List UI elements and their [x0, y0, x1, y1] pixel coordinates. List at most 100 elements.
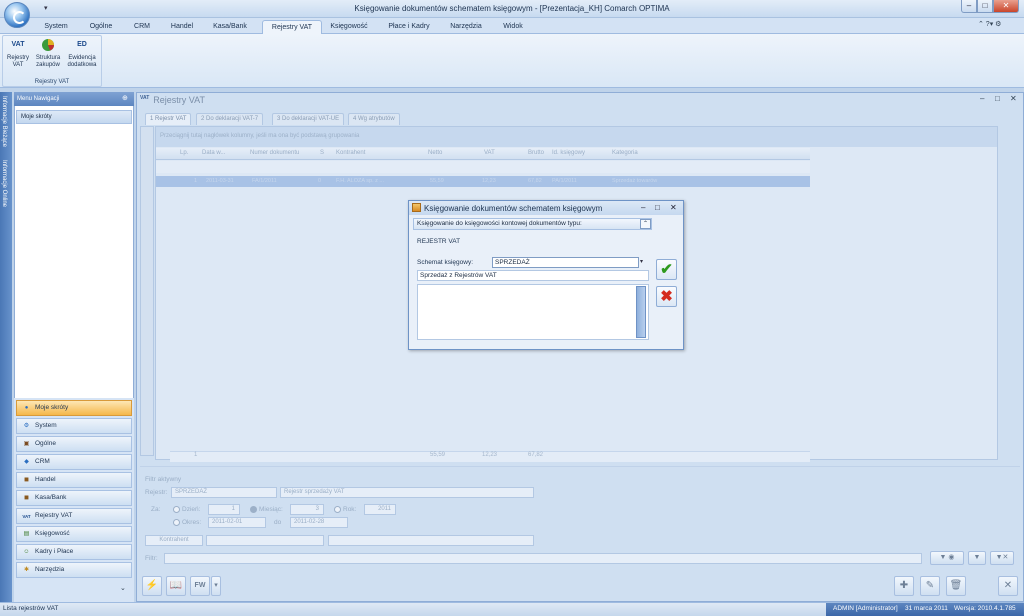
notes-scrollbar[interactable]	[636, 286, 646, 338]
okres-radio[interactable]	[173, 519, 180, 526]
collapse-icon[interactable]: ⌃	[640, 219, 651, 229]
ribbon-help-controls[interactable]: ⌃ ?▾ ⚙	[978, 20, 1001, 28]
tab-place-kadry[interactable]: Płace i Kadry	[382, 20, 436, 34]
pie-chart-icon	[38, 37, 58, 53]
okres-to-field[interactable]: 2011-02-28	[290, 517, 348, 528]
nav-item-crm[interactable]: ◆ CRM	[16, 454, 132, 470]
main-minimize-button[interactable]: –	[980, 94, 984, 103]
close-button[interactable]: ✕	[993, 0, 1019, 13]
nav-item-ogolne[interactable]: ▣ Ogólne	[16, 436, 132, 452]
tab-ksiegowosc[interactable]: Księgowość	[328, 20, 370, 34]
maximize-button[interactable]: □	[977, 0, 993, 13]
add-button[interactable]: ✚	[894, 576, 914, 596]
nav-item-kadry-place[interactable]: ☺ Kadry i Płace	[16, 544, 132, 560]
za-label: Za:	[151, 506, 161, 513]
nav-item-label: System	[35, 422, 57, 429]
nav-item-label: CRM	[35, 458, 50, 465]
tab-rejestry-vat[interactable]: Rejestry VAT	[262, 20, 322, 34]
nav-item-kasa-bank[interactable]: ◼ Kasa/Bank	[16, 490, 132, 506]
close-list-button[interactable]: ✕	[998, 576, 1018, 596]
miesiac-field[interactable]: 3	[290, 504, 324, 515]
tab-kasa-bank[interactable]: Kasa/Bank	[208, 20, 252, 34]
informacje-biezace-tab[interactable]: Informacje Bieżące	[1, 96, 7, 147]
footer-count: 1	[194, 452, 198, 458]
confirm-button[interactable]: ✔	[656, 259, 677, 280]
nav-item-handel[interactable]: ◼ Handel	[16, 472, 132, 488]
rejestry-vat-label: Rejestry VAT	[6, 55, 29, 68]
kontrahent-button[interactable]: Kontrahent	[145, 535, 203, 546]
col-data[interactable]: Data w...	[202, 150, 225, 156]
miesiac-radio[interactable]	[250, 506, 257, 513]
tab-wg-atrybutow[interactable]: 4 Wg atrybutów	[348, 113, 400, 125]
schema-select[interactable]: SPRZEDAŻ	[492, 257, 639, 268]
filter-section-label: Filtr aktywny	[145, 476, 182, 483]
app-menu-button[interactable]	[4, 2, 30, 28]
okres-from-field[interactable]: 2011-02-01	[208, 517, 266, 528]
status-version: Wersja: 2010.4.1.785	[954, 605, 1016, 612]
register-select[interactable]: SPRZEDAŻ	[171, 487, 277, 498]
col-s[interactable]: S	[320, 150, 324, 156]
nav-item-ksiegowosc[interactable]: ▤ Księgowość	[16, 526, 132, 542]
fw-button[interactable]: FW	[190, 576, 210, 596]
filtr-input[interactable]	[164, 553, 922, 564]
tab-handel[interactable]: Handel	[166, 20, 198, 34]
col-numer-dokumentu[interactable]: Numer dokumentu	[250, 150, 299, 156]
minimize-button[interactable]: –	[961, 0, 977, 13]
fw-dropdown-icon[interactable]: ▾	[211, 576, 221, 596]
tab-do-deklaracji-vat7[interactable]: 2 Do deklaracji VAT-7	[196, 113, 264, 125]
rok-field[interactable]: 2011	[364, 504, 396, 515]
col-kategoria[interactable]: Kategoria	[612, 150, 638, 156]
nav-item-narzedzia[interactable]: ✱ Narzędzia	[16, 562, 132, 578]
col-brutto[interactable]: Brutto	[528, 150, 544, 156]
window-title: Księgowanie dokumentów schematem księgow…	[354, 4, 670, 13]
filter-icon[interactable]: ▼	[968, 551, 986, 565]
nav-item-moje-skroty[interactable]: ● Moje skróty	[16, 400, 132, 416]
rejestry-vat-button[interactable]: VAT Rejestry VAT	[3, 37, 33, 69]
tab-crm[interactable]: CRM	[128, 20, 156, 34]
nav-scroll-icon[interactable]: ⌄	[120, 584, 126, 592]
rok-radio[interactable]	[334, 506, 341, 513]
filter-clear-button[interactable]: ▼✕	[990, 551, 1014, 565]
dzien-field[interactable]: 1	[208, 504, 240, 515]
informacje-online-tab[interactable]: Informacje Online	[1, 160, 7, 207]
ewidencja-dodatkowa-button[interactable]: ED Ewidencja dodatkowa	[64, 37, 100, 69]
tab-system[interactable]: System	[40, 20, 72, 34]
main-maximize-button[interactable]: □	[995, 94, 1000, 103]
tab-narzedzia[interactable]: Narzędzia	[446, 20, 486, 34]
col-netto[interactable]: Netto	[428, 150, 442, 156]
tab-ogolne[interactable]: Ogólne	[84, 20, 118, 34]
kontrahent-select[interactable]	[206, 535, 324, 546]
tab-rejestr-vat[interactable]: 1 Rejestr VAT	[145, 113, 192, 125]
main-close-button[interactable]: ✕	[1010, 94, 1017, 103]
schema-label: Schemat księgowy:	[417, 259, 473, 266]
grid-filter-row[interactable]	[156, 161, 810, 173]
nav-item-label: Księgowość	[35, 530, 70, 537]
nav-item-rejestry-vat[interactable]: VAT Rejestry VAT	[16, 508, 132, 524]
col-id-ksiegowy[interactable]: Id. księgowy	[552, 150, 585, 156]
schema-notes-area[interactable]	[417, 284, 649, 340]
dzien-radio[interactable]	[173, 506, 180, 513]
do-label: do	[274, 519, 282, 526]
tab-widok[interactable]: Widok	[498, 20, 528, 34]
dialog-minimize-button[interactable]: –	[641, 203, 645, 212]
ksieguj-button[interactable]: ⚡	[142, 576, 162, 596]
dialog-close-button[interactable]: ✕	[670, 203, 677, 212]
cancel-button[interactable]: ✖	[656, 286, 677, 307]
edit-button[interactable]: ✎	[920, 576, 940, 596]
delete-button[interactable]: 🗑	[946, 576, 966, 596]
schema-dropdown-icon[interactable]: ▾	[640, 258, 643, 265]
nav-item-system[interactable]: ⚙ System	[16, 418, 132, 434]
col-vat[interactable]: VAT	[484, 150, 495, 156]
col-kontrahent[interactable]: Kontrahent	[336, 150, 365, 156]
side-filter-tabs[interactable]	[140, 126, 154, 456]
ogolne-icon: ▣	[23, 441, 30, 447]
ribbon-tab-bar: System Ogólne CRM Handel Kasa/Bank Rejes…	[0, 18, 1024, 34]
book-button[interactable]: 📖	[166, 576, 186, 596]
col-lp[interactable]: Lp.	[180, 150, 188, 156]
pin-icon[interactable]: ⊕	[122, 94, 128, 102]
dialog-maximize-button[interactable]: □	[655, 203, 660, 212]
tab-do-deklaracji-vatue[interactable]: 3 Do deklaracji VAT-UE	[272, 113, 345, 125]
struktura-zakupow-button[interactable]: Struktura zakupów	[33, 37, 63, 69]
vat-icon: VAT	[140, 95, 150, 101]
filter-apply-button[interactable]: ▼ ◉	[930, 551, 964, 565]
